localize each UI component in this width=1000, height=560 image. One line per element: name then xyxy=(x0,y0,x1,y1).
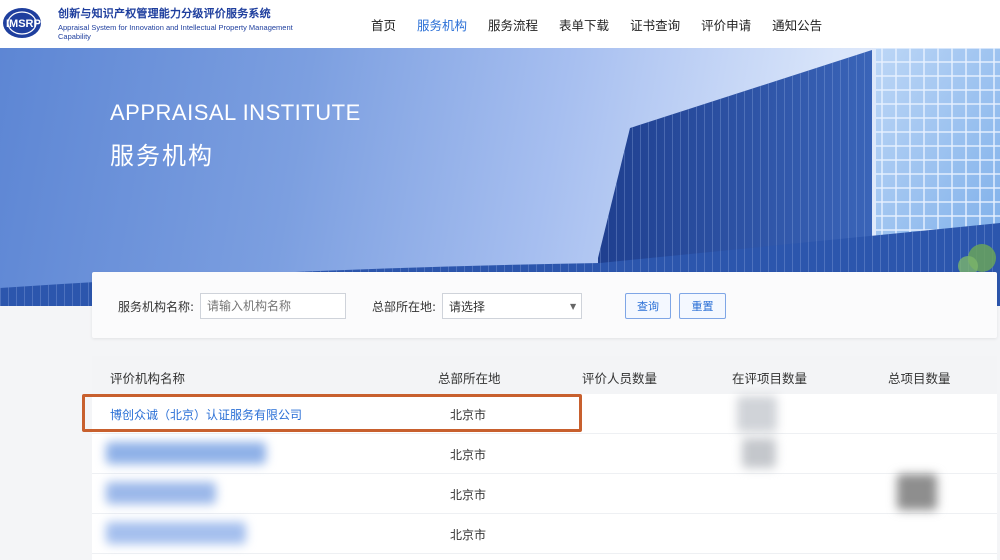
headquarters-label: 总部所在地: xyxy=(372,300,437,314)
imsrp-logo[interactable]: IMSRP xyxy=(2,6,54,40)
redacted-active-projects xyxy=(737,396,777,432)
table-row[interactable]: 北京市 xyxy=(92,434,997,474)
headquarters-select-value: 请选择 xyxy=(449,300,486,314)
headquarters-select[interactable]: 请选择 xyxy=(442,293,582,319)
nav-item-service-institutions[interactable]: 服务机构 xyxy=(417,15,467,34)
col-total-projects: 总项目数量 xyxy=(888,371,951,386)
page: IMSRP 创新与知识产权管理能力分级评价服务系统 Appraisal Syst… xyxy=(0,0,1000,560)
brand-block: 创新与知识产权管理能力分级评价服务系统 Appraisal System for… xyxy=(58,5,298,41)
redacted-institution-name xyxy=(106,482,216,504)
chevron-down-icon: ▼ xyxy=(570,302,577,311)
nav-item-certificate-query[interactable]: 证书查询 xyxy=(630,15,680,34)
institution-name-input[interactable] xyxy=(200,293,346,319)
col-active-projects: 在评项目数量 xyxy=(732,371,808,386)
banner-title-cn: 服务机构 xyxy=(110,142,214,170)
table-row[interactable]: 北京市 xyxy=(92,514,997,554)
nav-item-service-process[interactable]: 服务流程 xyxy=(488,15,538,34)
logo-text: IMSRP xyxy=(6,18,41,30)
headquarters-cell: 北京市 xyxy=(450,528,487,542)
site-title-cn: 创新与知识产权管理能力分级评价服务系统 xyxy=(58,7,271,20)
search-panel: 服务机构名称: 总部所在地: 请选择 ▼ 查询 重置 xyxy=(92,272,997,338)
institution-table: 评价机构名称 总部所在地 评价人员数量 在评项目数量 总项目数量 博创众诚（北京… xyxy=(92,356,997,560)
table-row[interactable]: 北京市 xyxy=(92,474,997,514)
top-header: IMSRP 创新与知识产权管理能力分级评价服务系统 Appraisal Syst… xyxy=(0,0,1000,48)
col-institution-name: 评价机构名称 xyxy=(110,371,186,386)
nav-item-evaluation-application[interactable]: 评价申请 xyxy=(701,15,751,34)
main-nav: 首页 服务机构 服务流程 表单下载 证书查询 评价申请 通知公告 xyxy=(360,0,832,48)
headquarters-cell: 北京市 xyxy=(450,448,487,462)
redacted-institution-name xyxy=(106,442,266,464)
redacted-institution-name xyxy=(106,522,246,544)
query-button[interactable]: 查询 xyxy=(625,293,671,319)
nav-item-home[interactable]: 首页 xyxy=(371,15,396,34)
redacted-active-projects xyxy=(742,438,776,468)
nav-item-notices[interactable]: 通知公告 xyxy=(772,15,822,34)
banner-title-en: APPRAISAL INSTITUTE xyxy=(110,100,361,125)
hero-banner: APPRAISAL INSTITUTE 服务机构 xyxy=(0,48,1000,306)
nav-item-form-download[interactable]: 表单下载 xyxy=(559,15,609,34)
building-illustration xyxy=(0,48,1000,306)
highlight-box xyxy=(82,394,582,432)
redacted-total-projects xyxy=(897,474,937,510)
table-header: 评价机构名称 总部所在地 评价人员数量 在评项目数量 总项目数量 xyxy=(92,356,997,394)
reset-button[interactable]: 重置 xyxy=(679,293,726,319)
headquarters-cell: 北京市 xyxy=(450,488,487,502)
institution-name-label: 服务机构名称: xyxy=(118,300,195,314)
col-headquarters: 总部所在地 xyxy=(438,371,501,386)
site-title-en: Appraisal System for Innovation and Inte… xyxy=(58,23,293,41)
col-evaluator-count: 评价人员数量 xyxy=(582,371,658,386)
